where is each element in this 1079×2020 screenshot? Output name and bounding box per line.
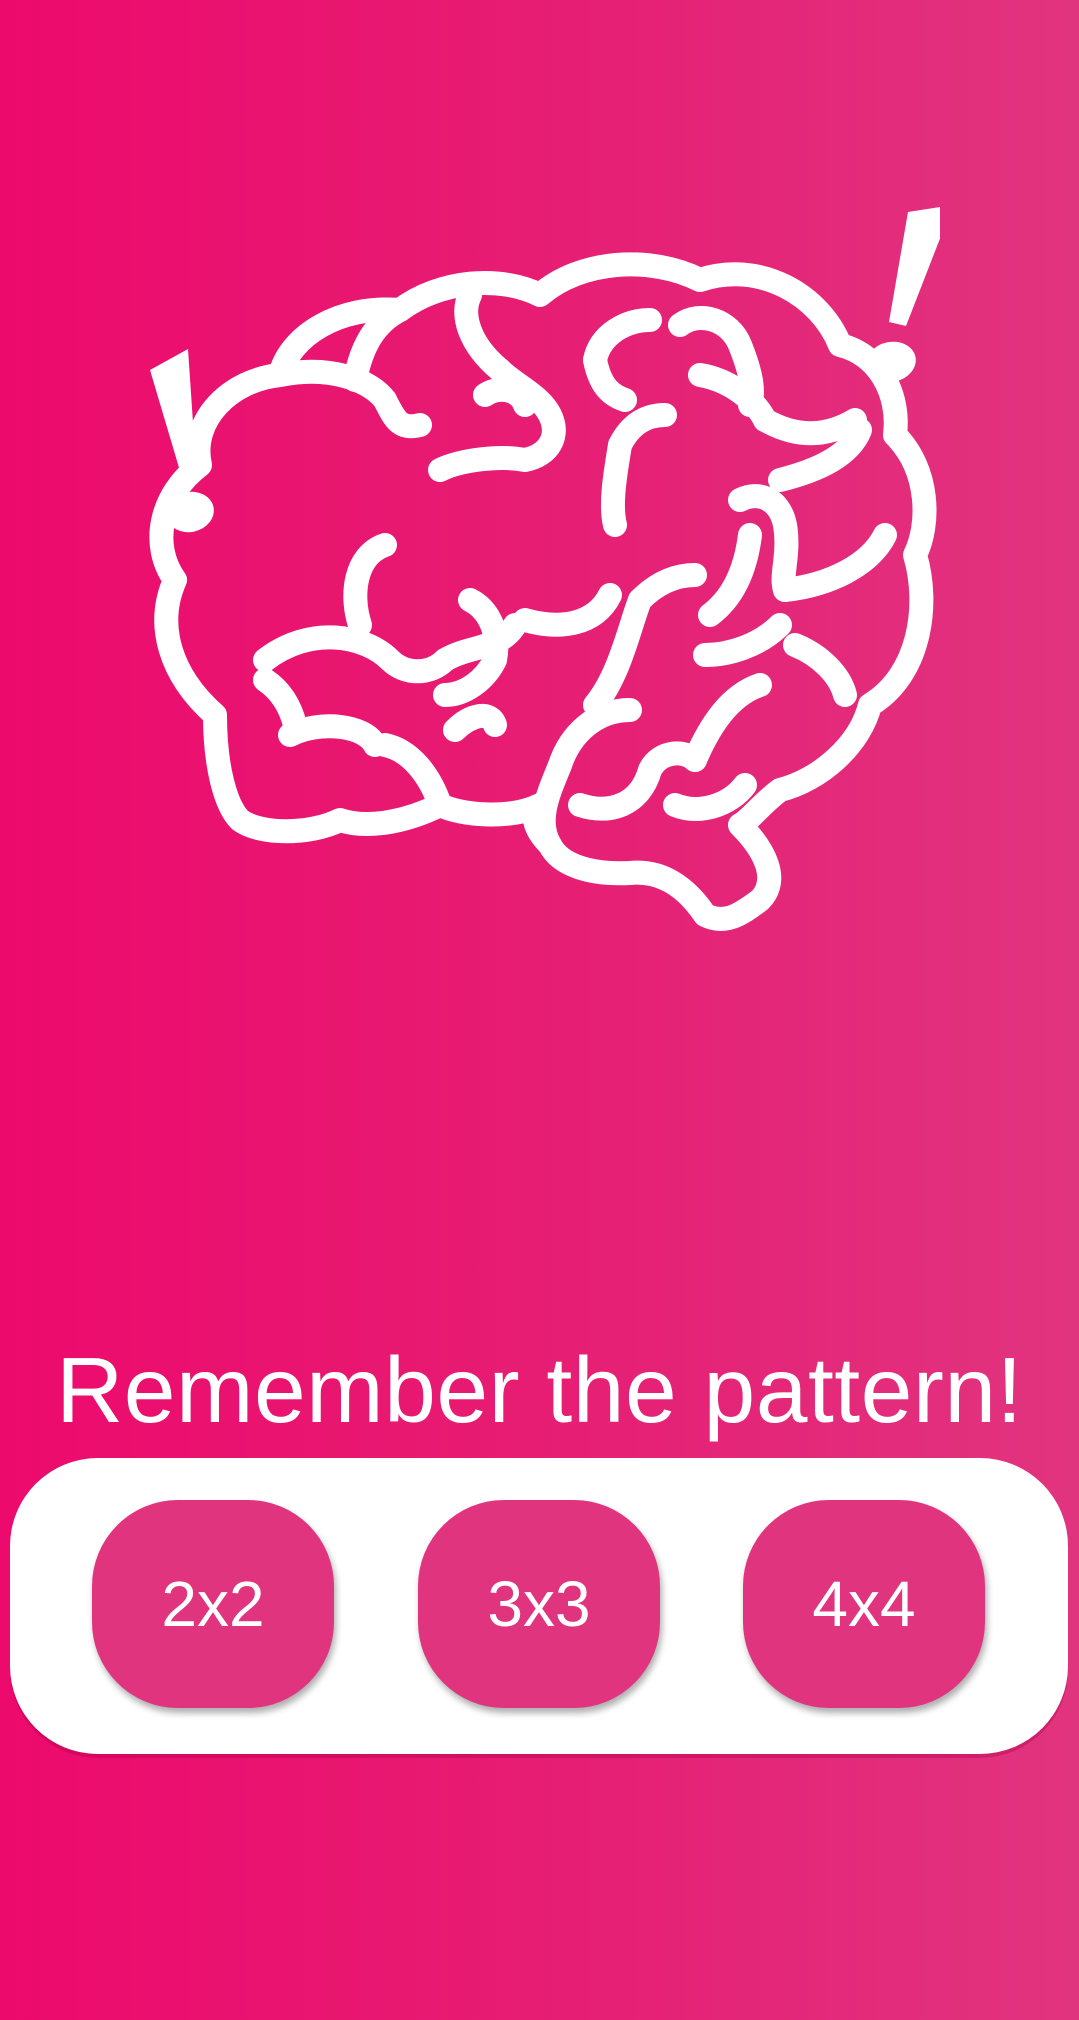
grid-2x2-button[interactable]: 2x2 (92, 1500, 334, 1708)
main-screen: Remember the pattern! 2x2 3x3 4x4 (0, 0, 1079, 2020)
brain-illustration (149, 207, 940, 931)
page-title: Remember the pattern! (56, 1338, 1023, 1442)
brain-icon (149, 252, 937, 931)
grid-4x4-button[interactable]: 4x4 (743, 1500, 985, 1708)
grid-3x3-button[interactable]: 3x3 (418, 1500, 660, 1708)
grid-size-panel: 2x2 3x3 4x4 (10, 1458, 1068, 1754)
